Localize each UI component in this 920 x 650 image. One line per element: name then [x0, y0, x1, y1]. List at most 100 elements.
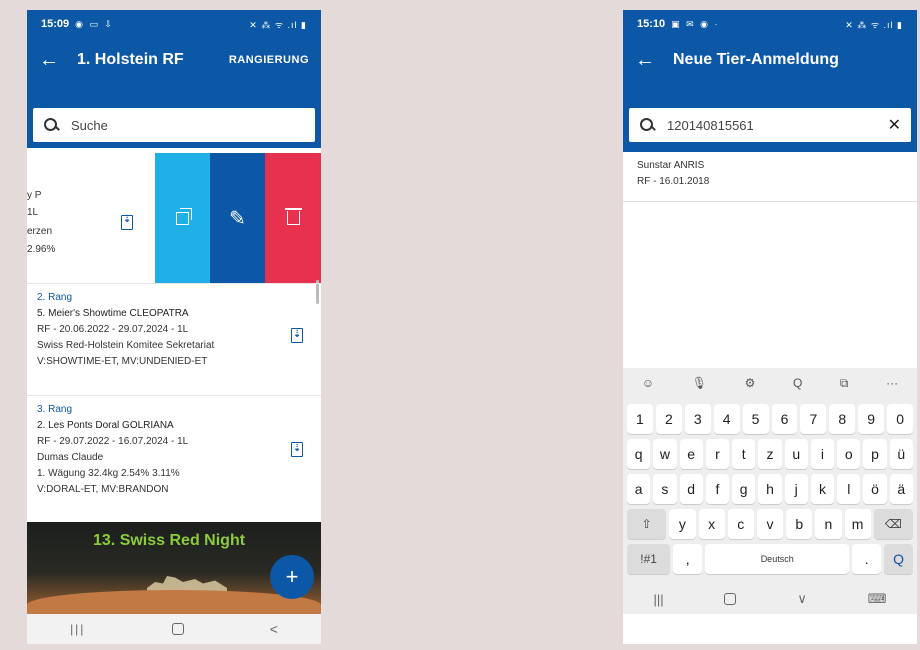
key[interactable]: e [679, 439, 703, 469]
document-download-icon[interactable] [291, 441, 303, 457]
system-nav-bar: ||| ∨ ⌨ [623, 584, 917, 614]
hide-keyboard-button[interactable]: ∨ [797, 591, 807, 607]
symbols-key[interactable]: !#1 [627, 544, 671, 574]
home-button[interactable] [724, 593, 737, 605]
keyboard-row-space: !#1 , Deutsch . Q [627, 544, 913, 574]
swiped-item-text: 2.96% [27, 244, 56, 255]
shift-key[interactable]: ⇧ [627, 509, 667, 539]
status-notification-icons: ▣ ✉ ◉ · [671, 18, 720, 29]
key[interactable]: y [669, 509, 696, 539]
key[interactable]: z [758, 439, 782, 469]
key[interactable]: 8 [829, 404, 856, 434]
animal-name: 2. Les Ponts Doral GOLRIANA [37, 420, 174, 431]
keyboard-switch-icon[interactable]: ⌨ [868, 591, 887, 607]
search-result-item[interactable]: Sunstar ANRIS RF - 16.01.2018 [623, 152, 917, 202]
key[interactable]: s [653, 474, 677, 504]
settings-icon[interactable]: ⚙ [745, 376, 756, 390]
search-key[interactable]: Q [884, 544, 913, 574]
key[interactable]: p [863, 439, 887, 469]
key[interactable]: ä [889, 474, 913, 504]
rangierung-button[interactable]: RANGIERUNG [229, 54, 309, 66]
key[interactable]: n [815, 509, 842, 539]
key[interactable]: v [756, 509, 784, 539]
edit-button[interactable]: ✎ [210, 153, 265, 283]
key[interactable]: i [810, 439, 835, 469]
app-bar: ← 1. Holstein RF RANGIERUNG [27, 38, 321, 82]
key[interactable]: o [837, 439, 861, 469]
key[interactable]: ü [889, 439, 913, 469]
document-download-icon[interactable] [121, 214, 133, 230]
key[interactable]: j [784, 474, 808, 504]
back-arrow-icon[interactable]: ← [635, 49, 663, 72]
document-download-icon[interactable] [291, 327, 303, 343]
swiped-item-content[interactable]: y P 1L erzen 2.96% [27, 153, 155, 283]
key[interactable]: x [698, 509, 725, 539]
add-button[interactable]: + [270, 555, 314, 599]
keyboard-toolbar: ☺ 🎙 ⚙ Q ⧉ ··· [623, 368, 917, 398]
swiped-list-item[interactable]: y P 1L erzen 2.96% ✎ [27, 153, 321, 283]
keyboard-row-bottom: ⇧ y x c v b n m ⌫ [627, 509, 914, 539]
copy-icon [176, 207, 192, 225]
key[interactable]: k [810, 474, 835, 504]
animal-pedigree: V:DORAL-ET, MV:BRANDON [37, 484, 169, 495]
key[interactable]: 3 [684, 404, 711, 434]
backspace-key[interactable]: ⌫ [873, 509, 914, 539]
key[interactable]: ö [863, 474, 887, 504]
search-container: Suche [27, 82, 321, 148]
key[interactable]: g [732, 474, 756, 504]
clear-icon[interactable]: ✕ [888, 115, 901, 135]
key[interactable]: f [705, 474, 730, 504]
key[interactable]: h [758, 474, 782, 504]
key[interactable]: l [837, 474, 861, 504]
clipboard-icon[interactable]: ⧉ [840, 376, 849, 391]
key[interactable]: w [653, 439, 677, 469]
key[interactable]: 1 [627, 404, 653, 434]
key[interactable]: 7 [800, 404, 827, 434]
home-button[interactable] [171, 623, 184, 635]
key[interactable]: 4 [713, 404, 740, 434]
emoji-icon[interactable]: ☺ [642, 376, 654, 390]
key[interactable]: b [786, 509, 813, 539]
on-screen-keyboard: ☺ 🎙 ⚙ Q ⧉ ··· 1 2 3 4 5 6 7 8 9 0 q w e … [623, 368, 917, 614]
copy-button[interactable] [155, 153, 210, 283]
search-value: 120140815561 [667, 117, 754, 133]
trash-icon [284, 208, 302, 225]
keyboard-row-middle: a s d f g h j k l ö ä [627, 474, 913, 504]
more-icon[interactable]: ··· [886, 376, 898, 390]
animal-name: 5. Meier's Showtime CLEOPATRA [37, 308, 189, 319]
key[interactable]: r [705, 439, 730, 469]
left-phone-screen: 15:09 ◉ ▭ ⇩ ✕ ⁂ ᯤ .ıl ▮ ← 1. Holstein RF… [27, 10, 321, 644]
key[interactable]: m [844, 509, 871, 539]
microphone-icon[interactable]: 🎙 [692, 376, 707, 390]
key[interactable]: 6 [771, 404, 798, 434]
key[interactable]: 5 [742, 404, 769, 434]
status-time: 15:09 [41, 18, 70, 30]
search-icon[interactable]: Q [793, 376, 802, 390]
key[interactable]: d [679, 474, 703, 504]
recents-button[interactable]: ||| [653, 592, 663, 607]
delete-button[interactable] [265, 153, 321, 283]
page-title: 1. Holstein RF [77, 51, 184, 68]
keyboard-row-top: q w e r t z u i o p ü [627, 439, 913, 469]
space-key[interactable]: Deutsch [705, 544, 850, 574]
pencil-icon: ✎ [229, 207, 246, 230]
animal-owner: Dumas Claude [37, 452, 104, 463]
key[interactable]: 9 [858, 404, 885, 434]
period-key[interactable]: . [852, 544, 882, 574]
comma-key[interactable]: , [673, 544, 703, 574]
status-bar: 15:10 ▣ ✉ ◉ · ✕ ⁂ ᯤ .ıl ▮ [623, 10, 917, 38]
search-input[interactable]: 120140815561 ✕ [629, 108, 911, 142]
search-input[interactable]: Suche [33, 108, 315, 142]
key[interactable]: c [727, 509, 754, 539]
recents-button[interactable]: ||| [70, 622, 85, 636]
key[interactable]: q [627, 439, 651, 469]
key[interactable]: t [732, 439, 756, 469]
back-button[interactable]: < [270, 621, 278, 637]
key[interactable]: u [784, 439, 808, 469]
back-arrow-icon[interactable]: ← [39, 49, 67, 72]
list-item[interactable]: 3. Rang 2. Les Ponts Doral GOLRIANA RF -… [27, 395, 321, 522]
key[interactable]: 2 [655, 404, 682, 434]
key[interactable]: a [627, 474, 651, 504]
list-item[interactable]: 2. Rang 5. Meier's Showtime CLEOPATRA RF… [27, 283, 321, 395]
key[interactable]: 0 [887, 404, 914, 434]
